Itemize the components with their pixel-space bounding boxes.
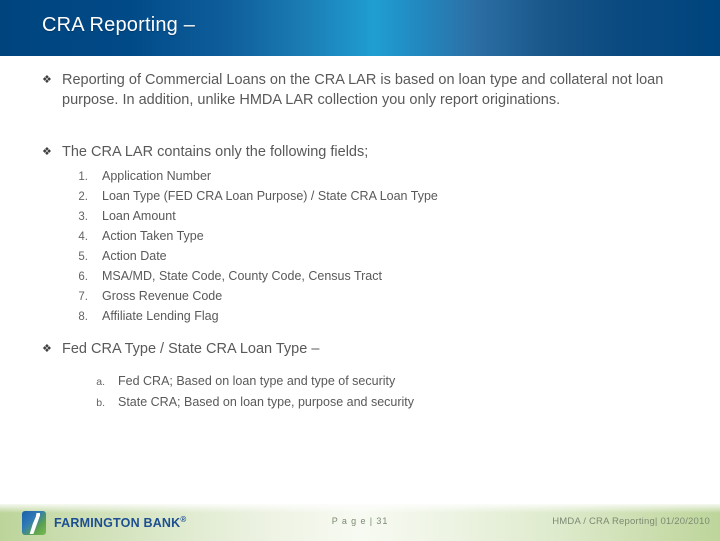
bullet-item-fed-state-type: ❖ Fed CRA Type / State CRA Loan Type – xyxy=(42,339,692,359)
list-item: 1. Application Number xyxy=(68,166,628,186)
list-label: Action Date xyxy=(102,249,167,263)
slide: CRA Reporting – ❖ Reporting of Commercia… xyxy=(0,0,720,541)
list-label: Gross Revenue Code xyxy=(102,289,223,303)
list-label: Fed CRA; Based on loan type and type of … xyxy=(118,374,396,388)
list-marker: 6. xyxy=(78,271,88,283)
list-label: Application Number xyxy=(102,169,212,183)
list-marker: a. xyxy=(96,376,105,388)
list-label: Loan Amount xyxy=(102,209,176,223)
list-item: a. Fed CRA; Based on loan type and type … xyxy=(88,371,608,392)
list-item: 8. Affiliate Lending Flag xyxy=(68,306,628,326)
diamond-bullet-icon: ❖ xyxy=(42,343,52,355)
slide-header-band: CRA Reporting – xyxy=(0,0,720,56)
bullet-item-commercial-loans: ❖ Reporting of Commercial Loans on the C… xyxy=(42,70,692,110)
list-label: MSA/MD, State Code, County Code, Census … xyxy=(102,269,382,283)
list-item: 5. Action Date xyxy=(68,246,628,266)
cra-type-definitions-list: a. Fed CRA; Based on loan type and type … xyxy=(88,371,608,413)
list-item: 4. Action Taken Type xyxy=(68,226,628,246)
list-item: 7. Gross Revenue Code xyxy=(68,286,628,306)
list-item: 3. Loan Amount xyxy=(68,206,628,226)
diamond-bullet-icon: ❖ xyxy=(42,146,52,158)
slide-body: ❖ Reporting of Commercial Loans on the C… xyxy=(0,56,720,503)
list-marker: 1. xyxy=(78,171,88,183)
list-item: 6. MSA/MD, State Code, County Code, Cens… xyxy=(68,266,628,286)
cra-lar-fields-list: 1. Application Number 2. Loan Type (FED … xyxy=(68,166,628,326)
list-label: Loan Type (FED CRA Loan Purpose) / State… xyxy=(102,189,438,203)
list-item: b. State CRA; Based on loan type, purpos… xyxy=(88,392,608,413)
list-item: 2. Loan Type (FED CRA Loan Purpose) / St… xyxy=(68,186,628,206)
list-marker: b. xyxy=(96,397,105,409)
list-marker: 5. xyxy=(78,251,88,263)
list-label: State CRA; Based on loan type, purpose a… xyxy=(118,395,415,409)
page-title: CRA Reporting – xyxy=(42,14,196,36)
list-label: Action Taken Type xyxy=(102,229,204,243)
bullet-text: The CRA LAR contains only the following … xyxy=(62,144,369,160)
list-marker: 3. xyxy=(78,211,88,223)
list-marker: 4. xyxy=(78,231,88,243)
list-marker: 8. xyxy=(78,311,88,323)
list-label: Affiliate Lending Flag xyxy=(102,309,219,323)
list-marker: 2. xyxy=(78,191,88,203)
bullet-item-lar-fields: ❖ The CRA LAR contains only the followin… xyxy=(42,142,692,162)
slide-footer-band: FARMINGTON BANK® P a g e | 31 HMDA / CRA… xyxy=(0,503,720,541)
bullet-text: Fed CRA Type / State CRA Loan Type – xyxy=(62,341,320,357)
footer-document-info: HMDA / CRA Reporting| 01/20/2010 xyxy=(552,516,710,527)
list-marker: 7. xyxy=(78,291,88,303)
bullet-text: Reporting of Commercial Loans on the CRA… xyxy=(62,72,664,108)
diamond-bullet-icon: ❖ xyxy=(42,74,52,86)
